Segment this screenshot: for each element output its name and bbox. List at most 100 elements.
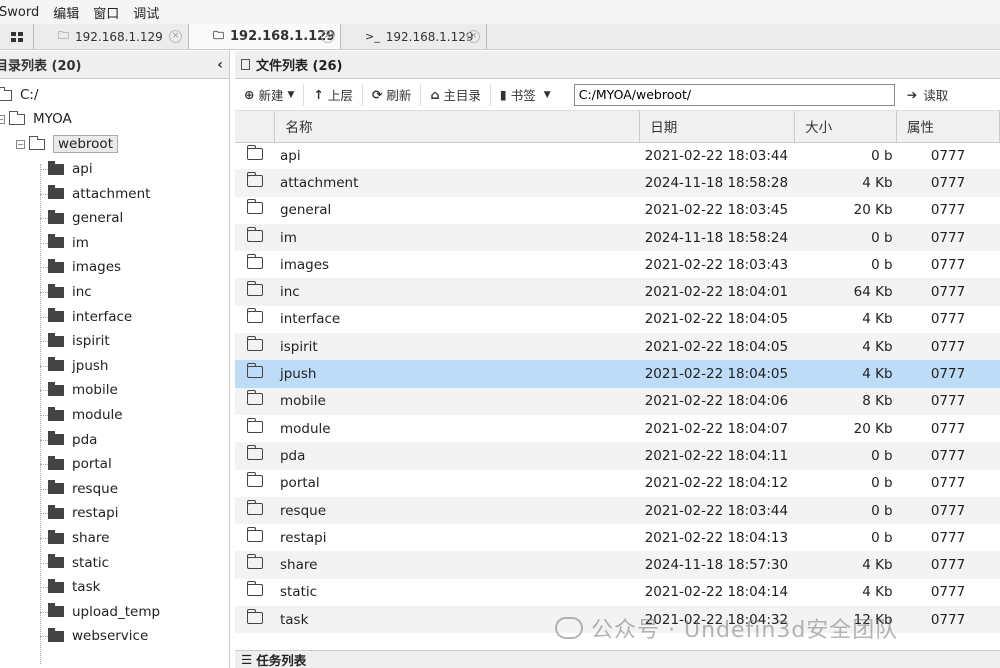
tree-node-child[interactable]: static [40,552,109,574]
tree-node-myoa[interactable]: − MYOA [0,108,72,130]
menu-window[interactable]: 窗口 [93,3,119,22]
read-button[interactable]: ➔ 读取 [907,85,949,104]
row-size: 0 b [871,147,893,164]
header-size[interactable]: 大小 [794,111,898,143]
up-button[interactable]: ↑ 上层 [304,83,363,106]
tree-node-child[interactable]: im [40,232,89,254]
home-button[interactable]: ⌂ 主目录 [421,83,491,106]
collapse-toggle-icon[interactable]: − [16,139,25,149]
tree-node-child[interactable]: api [40,158,93,180]
refresh-button[interactable]: ⟳ 刷新 [363,83,422,106]
header-date[interactable]: 日期 [639,111,796,143]
menu-sword[interactable]: Sword [0,5,39,20]
row-attr: 0777 [896,169,1000,197]
bookmark-button[interactable]: ▮ 书签 ▼ [491,84,560,106]
icon-cell [235,551,275,579]
table-row[interactable]: jpush 2021-02-22 18:04:05 4 Kb 0777 [235,360,1000,388]
close-icon[interactable]: × [467,30,480,43]
tree-node-child[interactable]: pda [40,429,98,451]
tree-node-child[interactable]: general [40,207,123,229]
table-row[interactable]: share 2024-11-18 18:57:30 4 Kb 0777 [235,551,1000,579]
table-row[interactable]: restapi 2021-02-22 18:04:13 0 b 0777 [235,524,1000,551]
table-row[interactable]: interface 2021-02-22 18:04:05 4 Kb 0777 [235,306,1000,333]
tree-label: C:/ [20,87,39,103]
new-button[interactable]: ⊕ 新建 ▼ [235,83,305,106]
table-row[interactable]: module 2021-02-22 18:04:07 20 Kb 0777 [235,415,1000,442]
table-row[interactable]: im 2024-11-18 18:58:24 0 b 0777 [235,223,1000,252]
folder-icon [246,226,263,242]
tree-node-child[interactable]: resque [40,478,118,500]
menu-edit[interactable]: 编辑 [53,3,79,22]
path-input[interactable] [573,83,895,106]
header-attr[interactable]: 属性 [896,111,1000,143]
folder-icon [48,308,64,323]
tree-label: attachment [72,185,151,202]
table-row[interactable]: portal 2021-02-22 18:04:12 0 b 0777 [235,470,1000,497]
close-icon[interactable]: × [169,30,182,43]
folder-icon [246,144,263,160]
tree-node-child[interactable]: jpush [40,355,108,377]
row-attr: 0777 [930,147,966,164]
tree-node-root[interactable]: C:/ [0,84,39,106]
table-row[interactable]: general 2021-02-22 18:03:45 20 Kb 0777 [235,197,1000,224]
row-size: 4 Kb [794,360,897,388]
tree-label: portal [72,456,112,473]
file-panel: 文件列表 (26) ⊕ 新建 ▼ ↑ 上层 ⟳ 刷新 ⌂ 主目录 ▮ 书签 ▼ … [235,51,1000,668]
table-row[interactable]: ispirit 2021-02-22 18:04:05 4 Kb 0777 [235,333,1000,361]
table-row[interactable]: static 2021-02-22 18:04:14 4 Kb 0777 [235,579,1000,606]
grid-menu-icon[interactable] [0,24,34,49]
tree-node-child[interactable]: ispirit [40,330,110,352]
collapse-toggle-icon[interactable]: − [0,114,5,124]
table-row[interactable]: inc 2021-02-22 18:04:01 64 Kb 0777 [235,278,1000,306]
tree-node-child[interactable]: upload_temp [40,601,160,623]
tree-node-child[interactable]: share [40,527,109,549]
table-row[interactable]: images 2021-02-22 18:03:43 0 b 0777 [235,251,1000,278]
row-size: 64 Kb [794,278,897,306]
table-row[interactable]: mobile 2021-02-22 18:04:06 8 Kb 0777 [235,387,1000,415]
row-name: resque [274,496,640,525]
tab-file-manager-1[interactable]: 🗀 192.168.1.129 × [34,24,189,49]
row-attr: 0777 [930,529,966,546]
tree-node-child[interactable]: mobile [40,379,118,401]
collapse-left-icon[interactable]: ‹ [217,57,223,73]
row-date: 2021-02-22 18:04:14 [644,584,789,601]
menu-debug[interactable]: 调试 [133,3,159,22]
tree-node-webroot[interactable]: − webroot [16,133,118,155]
tab-terminal[interactable]: >_ 192.168.1.129 × [341,24,487,49]
tree-node-child[interactable]: task [40,576,101,598]
tree-node-child[interactable]: portal [40,453,112,475]
tree-node-child[interactable]: interface [40,306,132,328]
tree-label: task [72,579,101,596]
icon-cell [235,197,275,224]
folder-icon [48,209,64,224]
tree-node-child[interactable]: module [40,404,123,426]
icon-cell [235,606,275,634]
row-size: 0 b [794,223,897,252]
tree-node-child[interactable]: inc [40,281,92,303]
header-name[interactable]: 名称 [274,111,641,143]
row-attr: 0777 [930,311,966,328]
bookmark-label: 书签 [510,88,536,103]
tree-node-child[interactable]: restapi [40,502,118,524]
row-attr: 0777 [896,278,1000,306]
tree-node-child[interactable]: images [40,256,121,278]
tree-node-child[interactable]: attachment [40,183,151,205]
table-row[interactable]: pda 2021-02-22 18:04:11 0 b 0777 [235,442,1000,470]
row-date: 2024-11-18 18:57:30 [639,551,795,579]
tree-node-child[interactable]: webservice [40,625,148,647]
table-row[interactable]: resque 2021-02-22 18:03:44 0 b 0777 [235,496,1000,525]
icon-cell [235,251,275,278]
folder-icon [48,603,64,618]
row-date: 2024-11-18 18:58:28 [639,169,795,197]
tree-label: pda [72,431,98,448]
tab-file-manager-2[interactable]: 🗀 192.168.1.129 × [189,24,341,49]
table-row[interactable]: attachment 2024-11-18 18:58:28 4 Kb 0777 [235,169,1000,197]
row-date: 2021-02-22 18:03:43 [644,256,789,273]
close-icon[interactable]: × [321,30,334,43]
row-size: 4 Kb [794,551,897,579]
row-attr: 0777 [930,475,966,492]
task-panel-header[interactable]: ☰ 任务列表 [235,650,1000,668]
folder-icon [246,171,263,187]
table-row[interactable]: api 2021-02-22 18:03:44 0 b 0777 [235,142,1000,169]
row-size: 4 Kb [862,584,893,601]
